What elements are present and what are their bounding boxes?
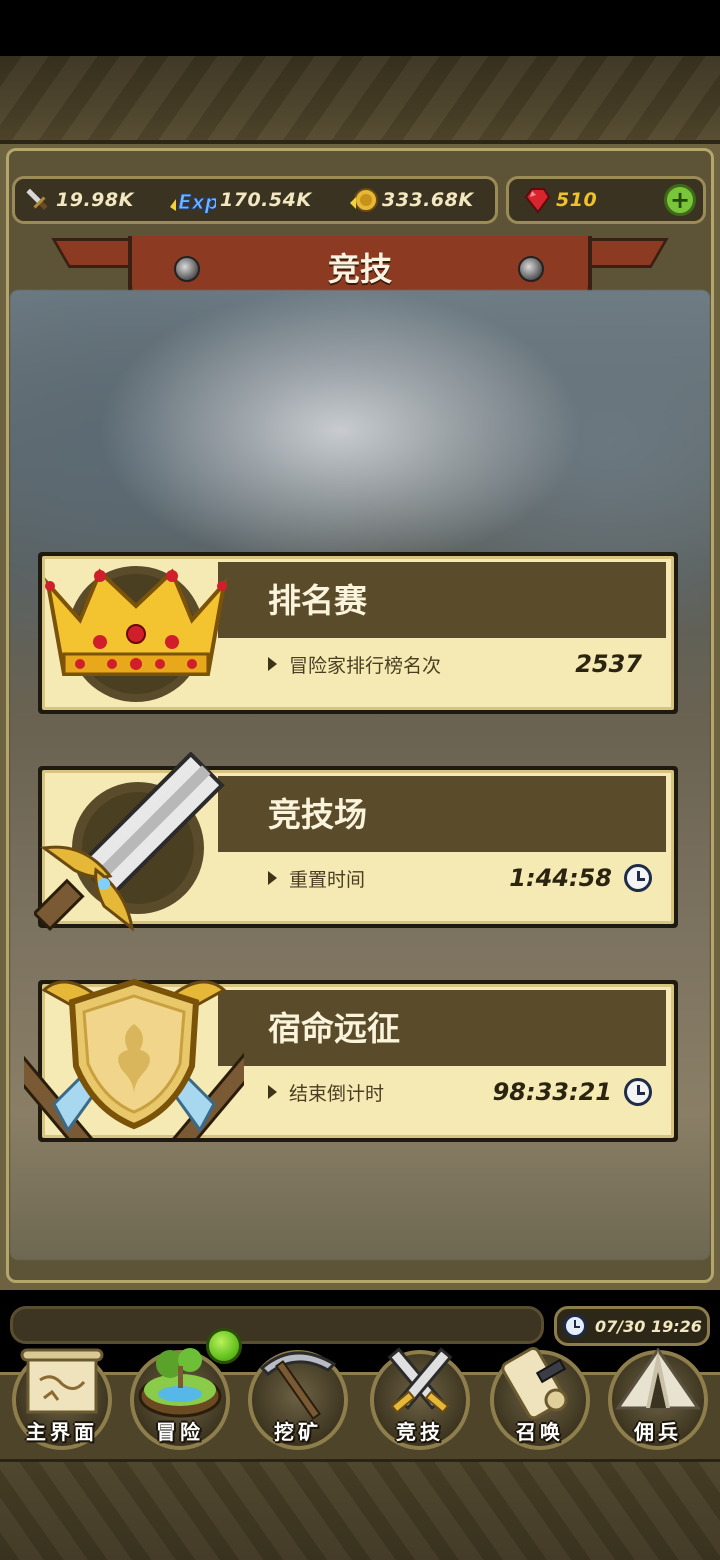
attack-value: 19.98K: [56, 189, 134, 211]
nav-label: 竞技: [396, 1420, 444, 1444]
card-subtitle-text: 重置时间: [289, 868, 366, 891]
datetime-display: 07/30 19:26: [554, 1306, 710, 1346]
clock-icon: [563, 1314, 587, 1338]
coin-icon: [348, 185, 378, 215]
bottom-map-background: [0, 1462, 720, 1560]
reset-timer: 1:44:58: [509, 862, 652, 894]
tent-icon: [615, 1347, 701, 1410]
gem-resource: 510: [522, 184, 597, 216]
attack-resource: 19.98K: [22, 184, 134, 216]
nav-item-summon[interactable]: 召唤: [482, 1344, 598, 1450]
notification-dot: [206, 1328, 242, 1364]
pickaxe-icon: [259, 1351, 337, 1420]
nav-item-mining[interactable]: 挖矿: [240, 1344, 356, 1450]
triangle-icon: [268, 1085, 277, 1099]
card-subtitle: 结束倒计时: [268, 1078, 384, 1106]
clock-icon: [624, 864, 652, 892]
svg-text:Exp: Exp: [178, 190, 216, 214]
triangle-icon: [268, 871, 277, 885]
nav-label: 挖矿: [274, 1420, 322, 1444]
shield-emblem-icon: [0, 954, 272, 1179]
card-title: 宿命远征: [268, 1009, 400, 1048]
nav-item-arena[interactable]: 竞技: [362, 1344, 478, 1450]
reset-timer-value: 1:44:58: [509, 864, 612, 892]
message-bar[interactable]: [10, 1306, 544, 1344]
nav-label: 召唤: [516, 1420, 564, 1444]
gem-value: 510: [556, 189, 598, 211]
card-subtitle-text: 冒险家排行榜名次: [289, 654, 442, 677]
clock-icon: [624, 1078, 652, 1106]
summon-scroll-icon: [501, 1346, 568, 1420]
status-bar: [0, 0, 720, 56]
plus-icon: +: [669, 186, 691, 214]
rank-value: 2537: [575, 650, 642, 678]
card-subtitle-text: 结束倒计时: [289, 1082, 385, 1105]
exp-resource: Exp 170.54K: [168, 184, 312, 216]
nav-label: 冒险: [156, 1420, 204, 1444]
countdown-timer: 98:33:21: [493, 1076, 652, 1108]
card-title: 排名赛: [268, 581, 367, 620]
nav-label: 主界面: [26, 1420, 98, 1444]
exp-icon: Exp: [168, 185, 216, 215]
sword-emblem-icon: [32, 751, 234, 946]
coin-value: 333.68K: [382, 189, 474, 211]
card-title: 竞技场: [268, 795, 367, 834]
nav-item-home[interactable]: 主界面: [4, 1344, 120, 1450]
sword-icon: [22, 185, 52, 215]
card-subtitle: 重置时间: [268, 864, 365, 892]
coin-resource: 333.68K: [348, 184, 474, 216]
add-gems-button[interactable]: +: [664, 184, 696, 216]
triangle-icon: [268, 657, 277, 671]
countdown-value: 98:33:21: [492, 1078, 612, 1106]
page-title: 竞技: [327, 250, 392, 288]
datetime-text: 07/30 19:26: [595, 1316, 702, 1336]
crossed-swords-icon: [387, 1347, 453, 1414]
crown-icon: [40, 562, 232, 706]
map-scroll-icon: [20, 1348, 104, 1414]
ruby-icon: [522, 185, 552, 215]
card-subtitle: 冒险家排行榜名次: [268, 650, 441, 678]
exp-value: 170.54K: [220, 189, 312, 211]
nav-label: 佣兵: [634, 1420, 682, 1444]
nav-item-mercenary[interactable]: 佣兵: [600, 1344, 716, 1450]
